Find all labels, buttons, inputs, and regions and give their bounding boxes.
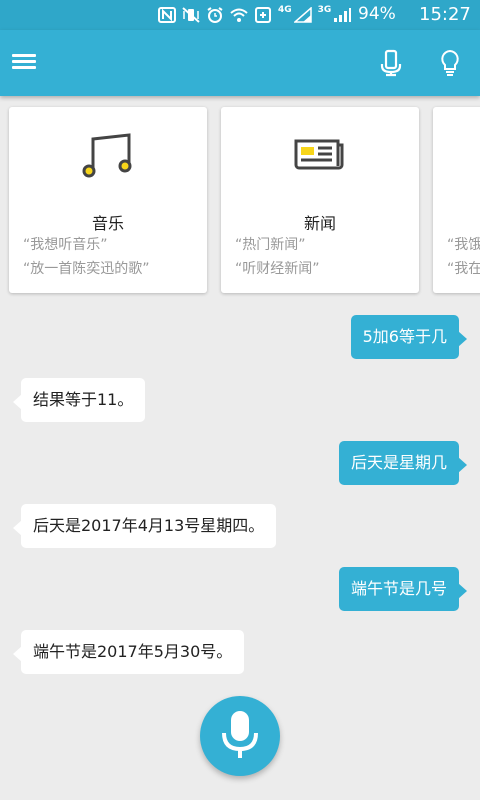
battery-percentage: 94% <box>358 4 396 24</box>
status-icons: 4G 3G <box>158 5 352 24</box>
hamburger-menu-icon <box>12 54 36 57</box>
vibrate-mute-icon <box>182 7 200 23</box>
bot-message: 后天是2017年4月13号星期四。 <box>12 504 277 548</box>
card-example: “我想听音乐” <box>23 237 108 253</box>
card-title: 新闻 <box>303 214 336 233</box>
card-example: “我饿 <box>447 237 480 253</box>
status-bar: 4G 3G 94% 15:27 <box>0 0 480 30</box>
user-message: 端午节是几号 <box>338 567 468 611</box>
lightbulb-icon[interactable] <box>434 47 466 79</box>
data-saver-icon <box>255 7 271 23</box>
bot-message: 结果等于11。 <box>12 378 146 422</box>
signal-icon-1 <box>293 7 312 23</box>
network-type-2: 3G <box>317 5 332 15</box>
clock: 15:27 <box>419 4 471 25</box>
microphone-icon <box>222 711 258 758</box>
nfc-icon <box>158 7 176 23</box>
microphone-icon[interactable] <box>375 47 407 79</box>
alarm-icon <box>207 7 223 23</box>
user-message: 后天是星期几 <box>338 441 468 485</box>
voice-input-button[interactable] <box>200 696 280 776</box>
card-title: 音乐 <box>91 214 124 233</box>
app-toolbar <box>0 30 480 96</box>
newspaper-icon <box>294 139 344 170</box>
user-message: 5加6等于几 <box>350 315 468 359</box>
card-example: “放一首陈奕迅的歌” <box>23 261 150 277</box>
partial-card[interactable]: “我饿 “我在 <box>433 107 480 293</box>
wifi-icon <box>230 8 248 22</box>
music-note-icon <box>82 133 132 178</box>
card-example: “我在 <box>447 261 480 277</box>
hamburger-menu-icon-bar <box>12 60 36 63</box>
menu-button[interactable] <box>10 50 38 74</box>
network-type-1: 4G <box>278 5 292 15</box>
bot-message: 端午节是2017年5月30号。 <box>12 630 245 674</box>
hamburger-menu-icon-bar <box>12 66 36 69</box>
signal-icon-2 <box>334 8 352 22</box>
skill-cards-carousel[interactable]: 音乐 “我想听音乐” “放一首陈奕迅的歌” 新闻 “热门新闻” “听财经新闻” … <box>0 96 480 306</box>
card-example: “热门新闻” <box>235 237 306 253</box>
music-card[interactable]: 音乐 “我想听音乐” “放一首陈奕迅的歌” <box>9 107 207 293</box>
card-example: “听财经新闻” <box>235 261 320 277</box>
news-card[interactable]: 新闻 “热门新闻” “听财经新闻” <box>221 107 419 293</box>
